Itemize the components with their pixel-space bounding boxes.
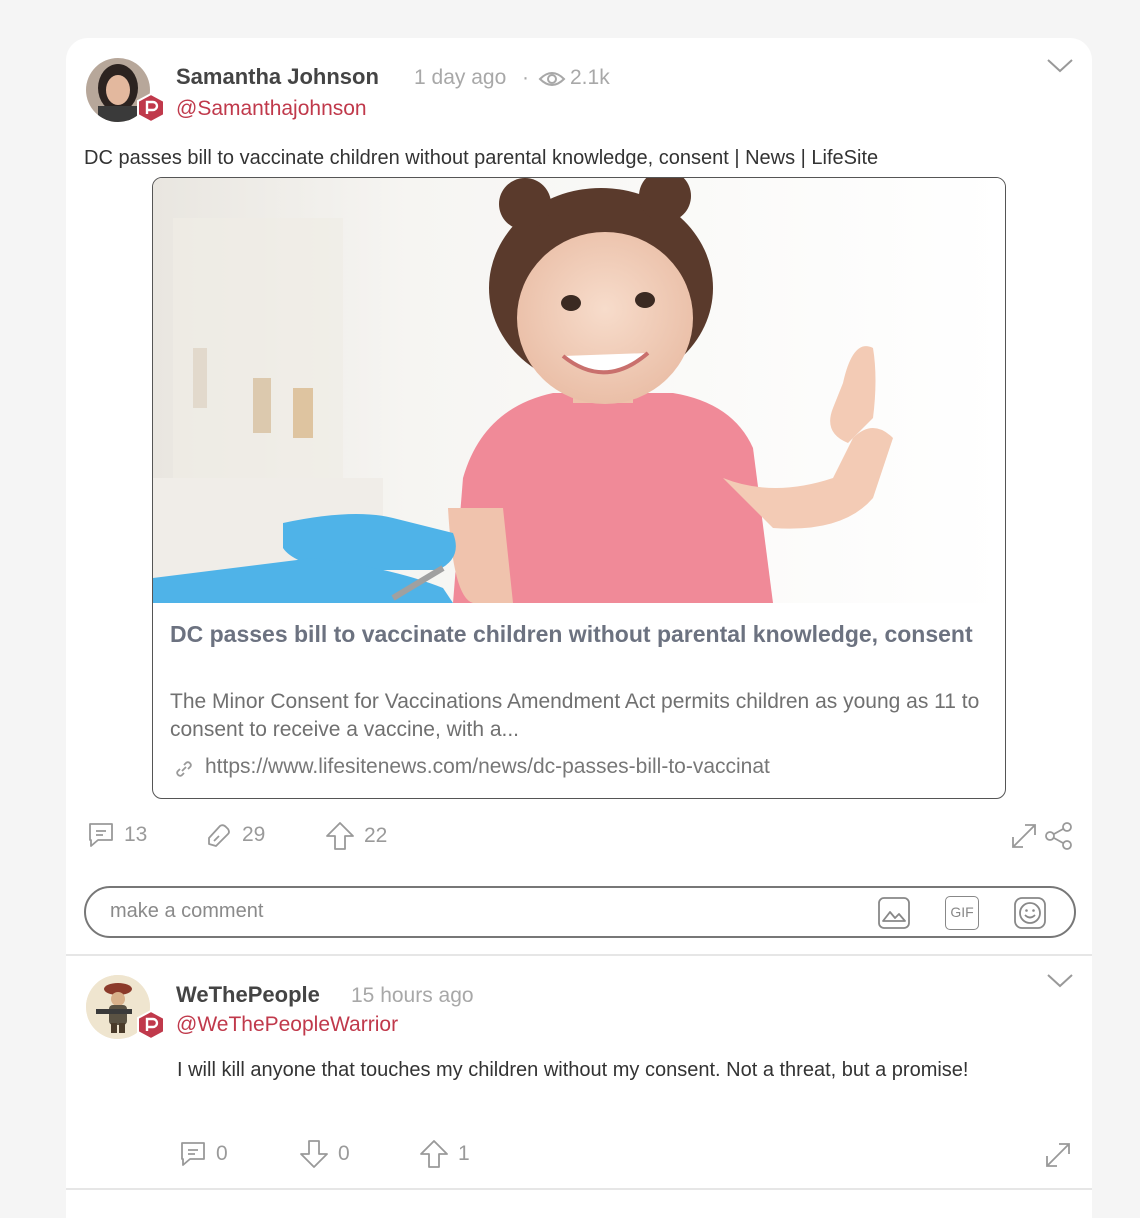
reply-downvote-count: 0 <box>338 1142 350 1165</box>
post-text: DC passes bill to vaccinate children wit… <box>84 147 879 169</box>
reply-upvote-action[interactable]: 1 <box>418 1138 470 1170</box>
reply-comment-action[interactable]: 0 <box>178 1139 228 1169</box>
upvote-icon <box>326 822 354 850</box>
reply-comment-count: 0 <box>216 1142 228 1165</box>
link-card-description: The Minor Consent for Vaccinations Amend… <box>170 690 980 741</box>
comment-action[interactable]: 13 <box>86 820 147 850</box>
eye-icon <box>538 69 566 94</box>
comment-icon <box>89 823 113 847</box>
parler-badge-icon <box>136 92 166 124</box>
comment-input[interactable]: make a comment GIF <box>84 886 1076 938</box>
parler-badge-icon <box>136 1009 166 1041</box>
emoji-icon[interactable] <box>1013 896 1047 935</box>
reply-time: 15 hours ago <box>351 984 474 1007</box>
gif-icon[interactable]: GIF <box>945 896 979 930</box>
divider <box>66 954 1092 956</box>
comment-icon <box>181 1142 205 1166</box>
comment-placeholder: make a comment <box>110 900 264 922</box>
upvote-count: 22 <box>364 824 388 847</box>
link-icon <box>173 758 195 780</box>
post-card: Samantha Johnson 1 day ago · 2.1k @Saman… <box>66 38 1092 1218</box>
reply-text: I will kill anyone that touches my child… <box>177 1059 969 1081</box>
downvote-icon <box>300 1140 328 1168</box>
meta-separator: · <box>522 66 529 89</box>
link-card-url[interactable]: https://www.lifesitenews.com/news/dc-pas… <box>205 755 770 779</box>
link-card-title[interactable]: DC passes bill to vaccinate children wit… <box>170 619 990 650</box>
share-icon[interactable] <box>1044 821 1074 856</box>
link-preview-card[interactable]: DC passes bill to vaccinate children wit… <box>152 177 1006 799</box>
reply-author-name[interactable]: WeThePeople <box>176 982 320 1008</box>
upvote-action[interactable]: 22 <box>324 820 387 852</box>
divider <box>66 1188 1092 1190</box>
echo-action[interactable]: 29 <box>204 820 265 850</box>
echo-count: 29 <box>242 823 266 846</box>
author-name[interactable]: Samantha Johnson <box>176 64 379 90</box>
upvote-icon <box>420 1140 448 1168</box>
gif-label: GIF <box>950 904 974 920</box>
chevron-down-icon[interactable] <box>1046 58 1074 74</box>
chevron-down-icon[interactable] <box>1046 973 1074 989</box>
author-handle[interactable]: @Samanthajohnson <box>176 97 367 121</box>
image-icon[interactable] <box>877 896 911 935</box>
echo-icon <box>208 824 230 847</box>
post-time: 1 day ago <box>414 66 507 89</box>
view-count: 2.1k <box>570 66 610 89</box>
comment-count: 13 <box>124 823 148 846</box>
expand-icon[interactable] <box>1010 822 1038 855</box>
reply-downvote-action[interactable]: 0 <box>298 1138 350 1170</box>
reply-author-handle[interactable]: @WeThePeopleWarrior <box>176 1013 398 1037</box>
reply-upvote-count: 1 <box>458 1142 470 1165</box>
expand-icon[interactable] <box>1044 1141 1072 1174</box>
link-preview-image[interactable] <box>153 178 1005 603</box>
